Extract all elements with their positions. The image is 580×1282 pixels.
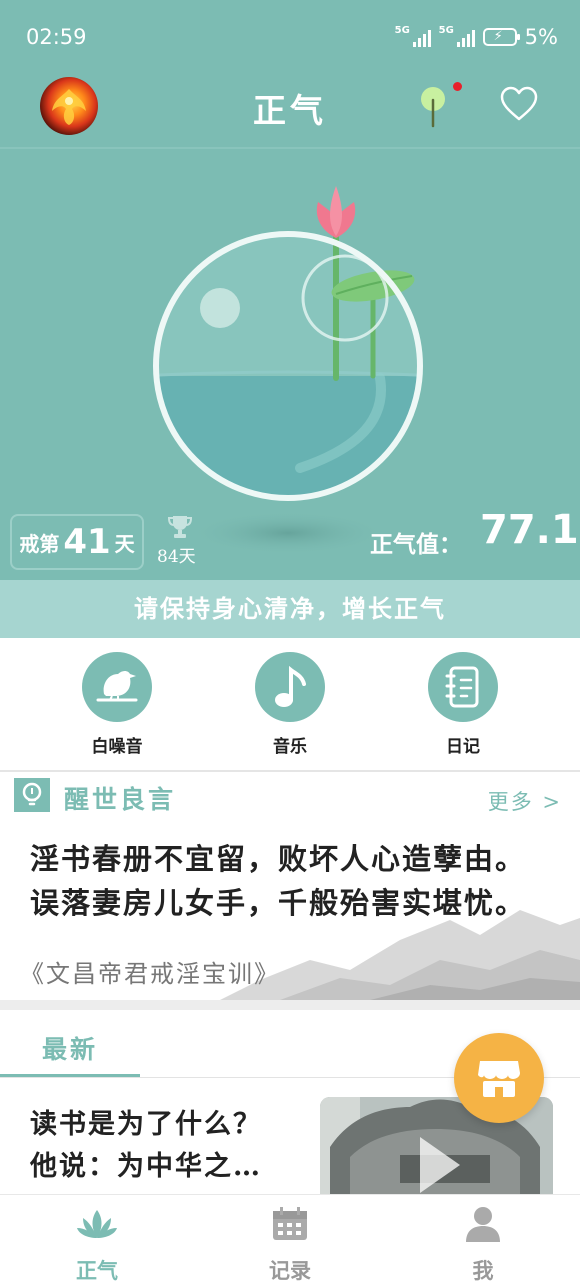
diary-button[interactable]: 日记 bbox=[393, 652, 533, 757]
streak-counter[interactable]: 戒第 41 天 bbox=[10, 514, 144, 570]
signal-label: 5G bbox=[394, 25, 410, 36]
streak-suffix: 天 bbox=[114, 531, 135, 556]
header-divider bbox=[0, 147, 580, 149]
page-title: 正气 bbox=[253, 91, 327, 130]
store-icon bbox=[478, 1061, 520, 1097]
quote-source: 《文昌帝君戒淫宝训》 bbox=[20, 960, 280, 988]
best-record: 84天 bbox=[157, 547, 196, 567]
lotus-bowl-illustration bbox=[153, 186, 423, 555]
person-icon bbox=[466, 1207, 500, 1242]
nav-label: 记录 bbox=[269, 1258, 311, 1282]
notification-dot bbox=[453, 82, 462, 91]
motto-banner: 请保持身心清净，增长正气 bbox=[0, 580, 580, 638]
shop-button[interactable] bbox=[454, 1033, 544, 1123]
lotus-icon bbox=[77, 1210, 117, 1238]
status-icons: 5G 5G ⚡ 5% bbox=[395, 25, 558, 49]
article-title-line[interactable]: 读书是为了什么？ bbox=[30, 1102, 262, 1141]
heart-icon[interactable] bbox=[500, 86, 538, 122]
battery-icon: ⚡ bbox=[482, 28, 520, 46]
streak-prefix: 戒第 bbox=[19, 531, 60, 556]
music-button[interactable]: 音乐 bbox=[220, 652, 360, 757]
calendar-icon bbox=[273, 1207, 307, 1240]
section-gap bbox=[0, 1000, 580, 1010]
zhengqi-label: 正气值： bbox=[370, 531, 462, 558]
shortcut-label: 日记 bbox=[446, 737, 480, 757]
article-title-line[interactable]: 他说：为中华之… bbox=[30, 1144, 262, 1183]
status-time: 02:59 bbox=[26, 25, 87, 49]
quote-line: 淫书春册不宜留，败坏人心造孽由。 bbox=[30, 842, 527, 876]
white-noise-button[interactable]: 白噪音 bbox=[47, 652, 187, 757]
signal-icon: 5G bbox=[394, 25, 431, 47]
status-bar: 02:59 5G 5G ⚡ 5% bbox=[0, 0, 580, 72]
zhengqi-value: 77.1 bbox=[480, 507, 579, 553]
tab-latest[interactable]: 最新 bbox=[42, 1030, 98, 1066]
bottom-nav: 正气 记录 我 bbox=[0, 1194, 580, 1282]
nav-label: 正气 bbox=[76, 1258, 118, 1282]
quote-card[interactable]: 醒世良言 更多 > 淫书春册不宜留，败坏人心造孽由。 误落妻房儿女手，千般殆害实… bbox=[0, 772, 580, 1000]
trophy-icon bbox=[167, 516, 193, 538]
nav-item-zhengqi[interactable]: 正气 bbox=[37, 1205, 157, 1282]
diary-icon bbox=[445, 666, 479, 708]
nav-item-records[interactable]: 记录 bbox=[230, 1205, 350, 1282]
nav-label: 我 bbox=[472, 1258, 494, 1282]
music-note-icon bbox=[275, 665, 306, 707]
lightbulb-icon bbox=[14, 778, 50, 812]
tree-icon[interactable] bbox=[418, 84, 448, 128]
streak-days: 41 bbox=[63, 522, 111, 562]
quote-line: 误落妻房儿女手，千般殆害实堪忧。 bbox=[30, 886, 527, 920]
shortcut-label: 白噪音 bbox=[91, 737, 143, 757]
battery-percent: 5% bbox=[524, 25, 558, 49]
bird-icon bbox=[96, 671, 138, 702]
signal-label: 5G bbox=[438, 25, 454, 36]
quote-heading: 醒世良言 bbox=[64, 785, 177, 814]
more-link[interactable]: 更多 > bbox=[488, 786, 562, 816]
shortcut-label: 音乐 bbox=[273, 737, 307, 757]
nav-item-me[interactable]: 我 bbox=[423, 1205, 543, 1282]
signal-icon: 5G bbox=[438, 25, 475, 47]
